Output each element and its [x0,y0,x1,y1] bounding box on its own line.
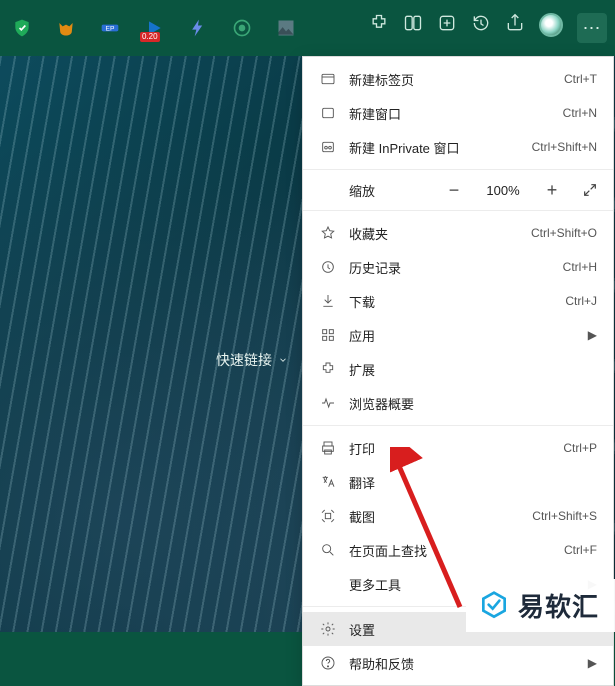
menu-shortcut: Ctrl+Shift+S [532,509,597,523]
menu-label: 应用 [349,326,576,345]
watermark: 易软汇 [466,579,615,632]
play-icon[interactable]: 0.20 [144,18,164,38]
menu-history[interactable]: 历史记录 Ctrl+H [303,250,613,284]
menu-label: 历史记录 [349,258,551,277]
menu-shortcut: Ctrl+J [565,294,597,308]
help-icon [319,654,337,672]
menu-label: 翻译 [349,473,597,492]
menu-label: 在页面上查找 [349,541,552,560]
menu-translate[interactable]: 翻译 [303,465,613,499]
star-icon [319,224,337,242]
history-icon [319,258,337,276]
chevron-right-icon: ▶ [588,328,597,342]
watermark-logo-icon [478,590,510,622]
circle-green-icon[interactable] [232,18,252,38]
menu-label: 下载 [349,292,553,311]
fullscreen-button[interactable] [579,177,601,203]
menu-label: 帮助和反馈 [349,654,576,673]
menu-label: 新建 InPrivate 窗口 [349,138,520,157]
extensions-icon [319,360,337,378]
gear-icon [319,620,337,638]
toolbar-actions: ⋯ [369,13,607,43]
history-toolbar-icon[interactable] [471,13,491,33]
menu-downloads[interactable]: 下载 Ctrl+J [303,284,613,318]
download-icon [319,292,337,310]
menu-shortcut: Ctrl+T [564,72,597,86]
menu-label: 新建窗口 [349,104,551,123]
menu-screenshot[interactable]: 截图 Ctrl+Shift+S [303,499,613,533]
fox-orange-icon[interactable] [56,18,76,38]
menu-label: 截图 [349,507,520,526]
toolbar-extensions: EP 0.20 [8,18,296,38]
svg-text:EP: EP [106,26,115,33]
screenshot-icon [319,507,337,525]
chevron-right-icon: ▶ [588,656,597,670]
menu-browser-essentials[interactable]: 浏览器概要 [303,386,613,420]
extensions-toolbar-icon[interactable] [369,13,389,33]
menu-new-window[interactable]: 新建窗口 Ctrl+N [303,96,613,130]
menu-print[interactable]: 打印 Ctrl+P [303,431,613,465]
share-icon[interactable] [505,13,525,33]
menu-label: 扩展 [349,360,597,379]
menu-shortcut: Ctrl+F [564,543,597,557]
watermark-text: 易软汇 [518,587,599,624]
menu-shortcut: Ctrl+Shift+N [532,140,597,154]
zoom-label: 缩放 [349,181,427,200]
play-badge: 0.20 [140,32,160,42]
menu-shortcut: Ctrl+H [563,260,597,274]
pulse-icon [319,394,337,412]
picture-thumb-icon[interactable] [276,18,296,38]
menu-new-inprivate[interactable]: 新建 InPrivate 窗口 Ctrl+Shift+N [303,130,613,164]
menu-label: 收藏夹 [349,224,519,243]
new-tab-icon [319,70,337,88]
zoom-in-button[interactable]: + [539,177,565,203]
menu-apps[interactable]: 应用 ▶ [303,318,613,352]
quick-links-label: 快速链接 [216,350,272,370]
menu-new-tab[interactable]: 新建标签页 Ctrl+T [303,62,613,96]
translate-icon [319,473,337,491]
menu-shortcut: Ctrl+Shift+O [531,226,597,240]
menu-shortcut: Ctrl+P [563,441,597,455]
profile-avatar[interactable] [539,13,563,37]
inprivate-icon [319,138,337,156]
chevron-down-icon [278,355,288,365]
menu-find[interactable]: 在页面上查找 Ctrl+F [303,533,613,567]
split-screen-icon[interactable] [403,13,423,33]
zoom-out-button[interactable]: − [441,177,467,203]
menu-shortcut: Ctrl+N [563,106,597,120]
more-menu-button[interactable]: ⋯ [577,13,607,43]
quick-links[interactable]: 快速链接 [216,350,288,370]
new-window-icon [319,104,337,122]
menu-zoom-row: 缩放 − 100% + [303,170,613,210]
shield-green-icon[interactable] [12,18,32,38]
menu-favorites[interactable]: 收藏夹 Ctrl+Shift+O [303,216,613,250]
browser-toolbar: EP 0.20 ⋯ [0,0,615,56]
menu-help[interactable]: 帮助和反馈 ▶ [303,646,613,680]
ep-icon[interactable]: EP [100,18,120,38]
zoom-value: 100% [481,183,525,198]
apps-icon [319,326,337,344]
collections-icon[interactable] [437,13,457,33]
menu-label: 打印 [349,439,551,458]
bolt-icon[interactable] [188,18,208,38]
menu-extensions[interactable]: 扩展 [303,352,613,386]
menu-label: 新建标签页 [349,70,552,89]
menu-label: 浏览器概要 [349,394,597,413]
print-icon [319,439,337,457]
find-icon [319,541,337,559]
